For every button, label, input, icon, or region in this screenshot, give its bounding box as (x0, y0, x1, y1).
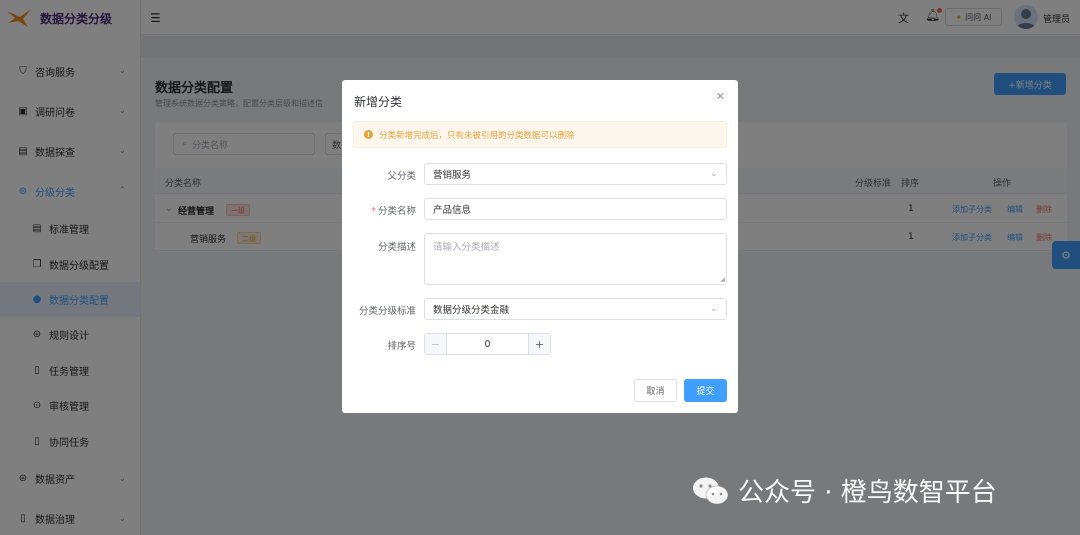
add-category-dialog: 新增分类 ✕ ! 分类新增完成后，只有未被引用的分类数据可以删除 父分类 营销服… (342, 80, 738, 413)
standard-label: 分类分级标准 (358, 306, 416, 317)
dialog-title: 新增分类 (354, 95, 403, 109)
order-stepper[interactable]: − 0 + (424, 333, 551, 355)
warning-icon: ! (364, 130, 373, 139)
submit-button[interactable]: 提交 (684, 379, 727, 402)
watermark: 公众号 · 橙鸟数智平台 (692, 472, 997, 509)
category-description-label: 分类描述 (377, 242, 416, 253)
standard-select[interactable]: 数据分级分类金融 ⌄ (424, 298, 727, 320)
cancel-button[interactable]: 取消 (634, 379, 677, 402)
wechat-icon (693, 477, 729, 504)
category-description-textarea[interactable]: 请输入分类描述 ◢ (424, 233, 727, 285)
category-name-label: * 分类名称 (371, 206, 416, 217)
warning-alert: ! 分类新增完成后，只有未被引用的分类数据可以删除 (353, 121, 727, 148)
required-asterisk: * (371, 206, 376, 217)
close-icon[interactable]: ✕ (716, 90, 725, 103)
chevron-down-icon: ⌄ (710, 304, 717, 313)
order-label: 排序号 (387, 341, 416, 352)
resize-handle-icon[interactable]: ◢ (720, 276, 725, 283)
chevron-down-icon: ⌄ (710, 169, 717, 178)
increment-button[interactable]: + (528, 334, 550, 354)
parent-category-select[interactable]: 营销服务 ⌄ (424, 163, 727, 185)
parent-category-label: 父分类 (387, 171, 416, 182)
order-value[interactable]: 0 (447, 334, 528, 354)
decrement-button[interactable]: − (425, 334, 447, 354)
category-name-input[interactable]: 产品信息 (424, 198, 727, 220)
